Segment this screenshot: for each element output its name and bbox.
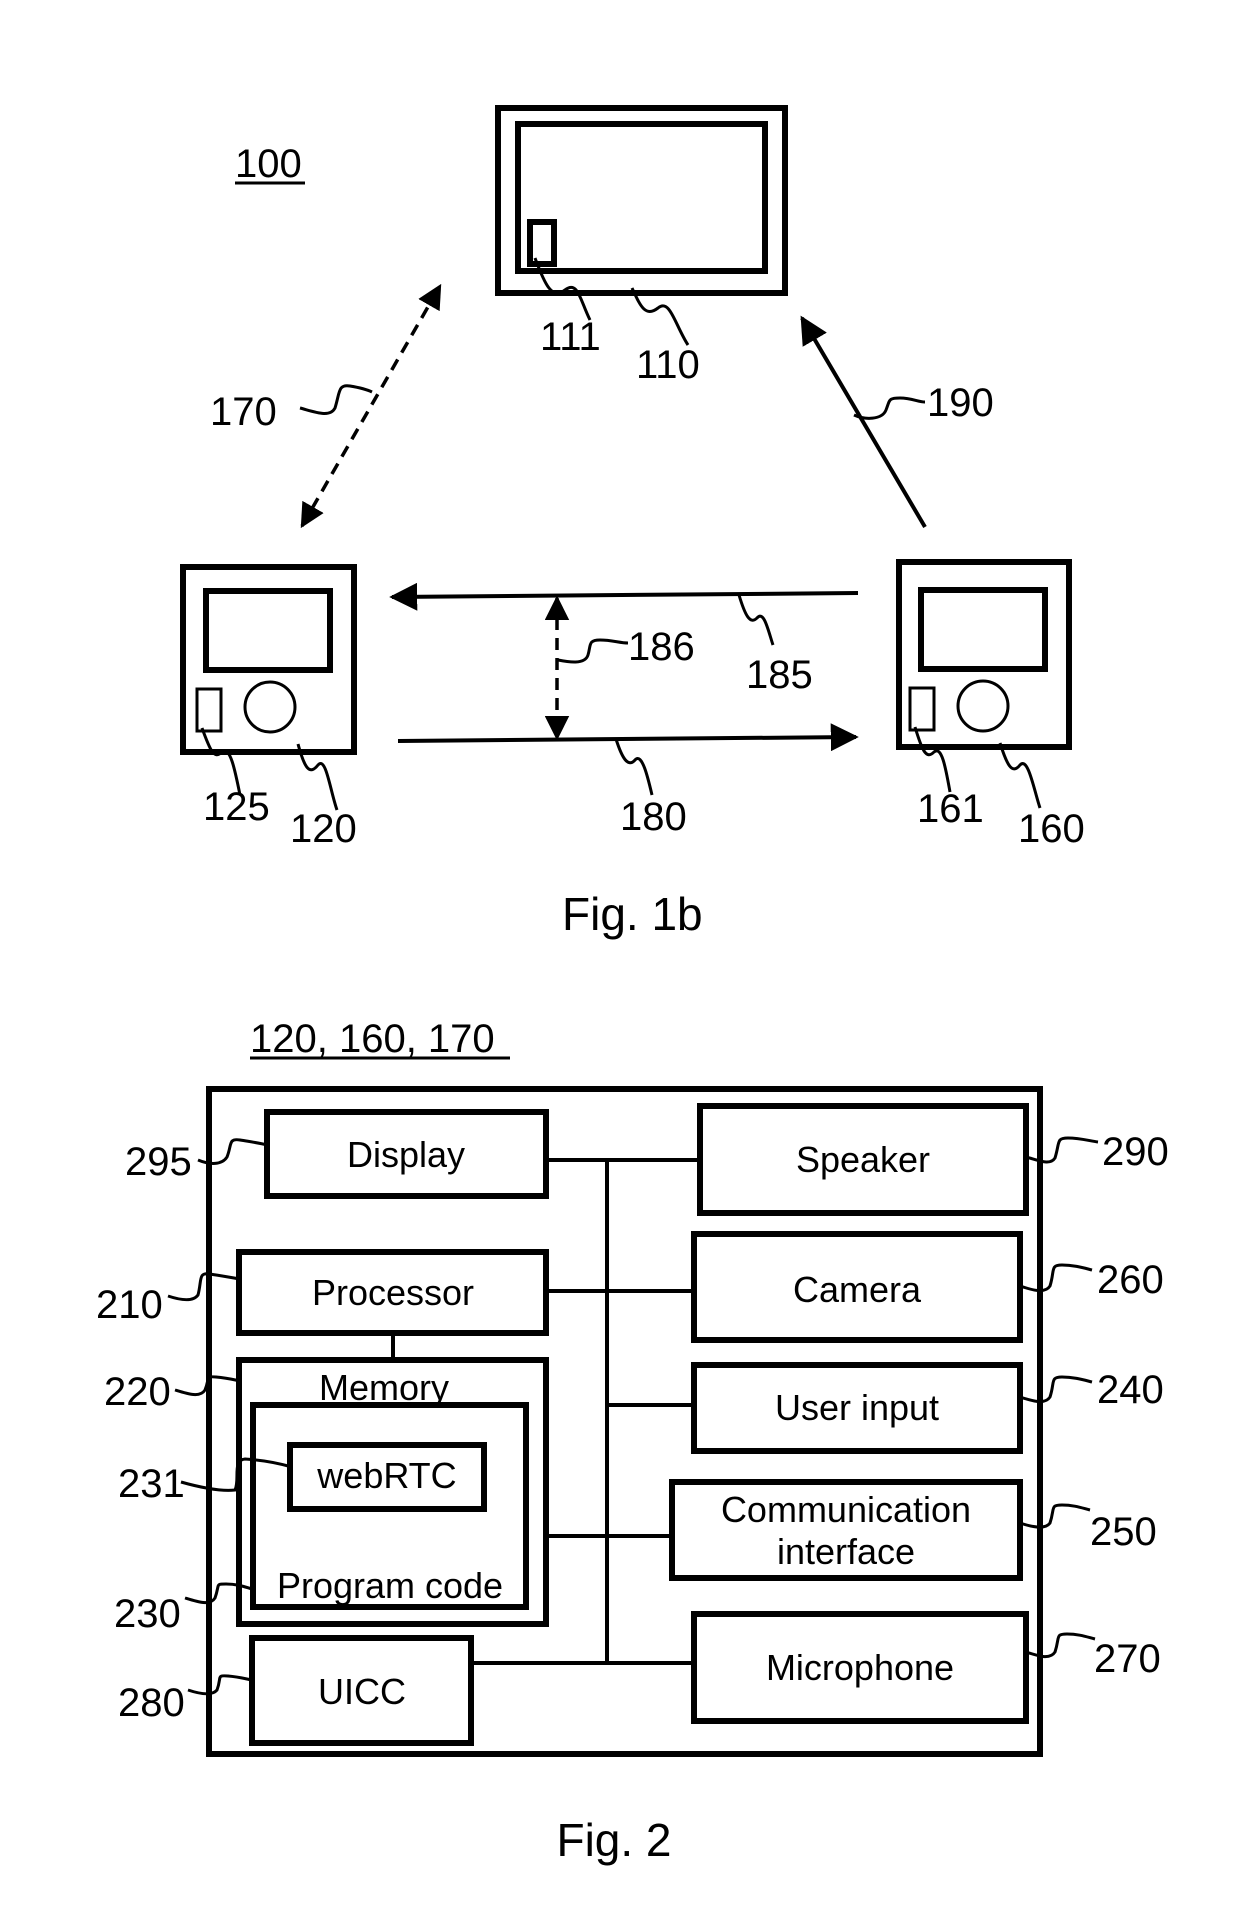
leader-161 xyxy=(913,726,952,793)
ref-180: 180 xyxy=(620,795,687,839)
leader-110 xyxy=(630,287,690,346)
ref-111: 111 xyxy=(540,315,601,359)
ref-125: 125 xyxy=(203,785,270,829)
ref-161: 161 xyxy=(917,787,984,831)
user-input-label: User input xyxy=(775,1387,939,1428)
device-120-button xyxy=(243,680,297,734)
ref-231: 231 xyxy=(118,1462,185,1506)
ref-240: 240 xyxy=(1097,1368,1164,1412)
webrtc-label: webRTC xyxy=(316,1455,456,1496)
ref-170: 170 xyxy=(210,390,277,434)
device-160-component-161 xyxy=(908,686,936,732)
device-120: 125 120 xyxy=(180,564,357,851)
ref-230: 230 xyxy=(114,1592,181,1636)
ref-295: 295 xyxy=(125,1140,192,1184)
ref-260: 260 xyxy=(1097,1258,1164,1302)
ref-270: 270 xyxy=(1094,1637,1161,1681)
ref-290: 290 xyxy=(1102,1130,1169,1174)
display-label: Display xyxy=(347,1134,465,1175)
ref-190: 190 xyxy=(927,381,994,425)
ref-280: 280 xyxy=(118,1681,185,1725)
microphone-label: Microphone xyxy=(766,1647,954,1688)
ref-210: 210 xyxy=(96,1283,163,1327)
patent-drawing-sheet: 100 111 110 170 190 125 120 161 160 185 … xyxy=(96,105,1169,1866)
leader-280 xyxy=(187,1674,253,1696)
arrow-180 xyxy=(397,723,859,752)
ref-120: 120 xyxy=(290,807,357,851)
ref-110: 110 xyxy=(636,343,700,387)
leader-260 xyxy=(1019,1263,1093,1293)
leader-210 xyxy=(167,1272,240,1302)
speaker-label: Speaker xyxy=(796,1139,930,1180)
ref-160: 160 xyxy=(1018,807,1085,851)
camera-label: Camera xyxy=(793,1269,922,1310)
leader-170 xyxy=(299,384,373,415)
device-160-button xyxy=(956,679,1010,733)
leader-180 xyxy=(614,738,654,796)
device-160: 161 160 xyxy=(896,559,1085,851)
device-120-display xyxy=(203,588,333,673)
figure-2: 120, 160, 170 Display 295 Processor 210 … xyxy=(96,1017,1169,1866)
leader-190 xyxy=(853,396,926,420)
leader-290 xyxy=(1025,1136,1099,1164)
arrow-185 xyxy=(389,582,859,611)
dashed-link-170 xyxy=(300,283,442,529)
figure-1b: 100 111 110 170 190 125 120 161 160 185 … xyxy=(180,105,1085,940)
device-160-display xyxy=(918,587,1048,672)
ref-186: 186 xyxy=(628,625,695,669)
ref-220: 220 xyxy=(104,1370,171,1414)
solid-link-190 xyxy=(800,315,927,529)
figure-1b-caption: Fig. 1b xyxy=(562,888,703,940)
leader-270 xyxy=(1025,1632,1096,1659)
processor-label: Processor xyxy=(312,1272,474,1313)
leader-111 xyxy=(533,257,592,321)
leader-240 xyxy=(1019,1375,1093,1404)
screen-device-110: 111 110 xyxy=(495,105,788,387)
ref-185: 185 xyxy=(746,653,813,697)
memory-label: Memory xyxy=(319,1367,449,1408)
leader-185 xyxy=(737,594,775,646)
program-code-label: Program code xyxy=(277,1565,503,1606)
leader-186 xyxy=(557,638,629,664)
screen-component-111 xyxy=(527,219,557,267)
comm-interface-label-line2: interface xyxy=(777,1531,915,1572)
uicc-label: UICC xyxy=(318,1671,406,1712)
fig2-header-ref: 120, 160, 170 xyxy=(250,1017,495,1061)
figure-2-caption: Fig. 2 xyxy=(556,1814,671,1866)
device-120-component-125 xyxy=(195,687,223,733)
ref-250: 250 xyxy=(1090,1510,1157,1554)
leader-160 xyxy=(998,742,1042,809)
leader-250 xyxy=(1019,1503,1091,1529)
system-ref-label: 100 xyxy=(235,142,302,186)
comm-interface-label-line1: Communication xyxy=(721,1489,971,1530)
